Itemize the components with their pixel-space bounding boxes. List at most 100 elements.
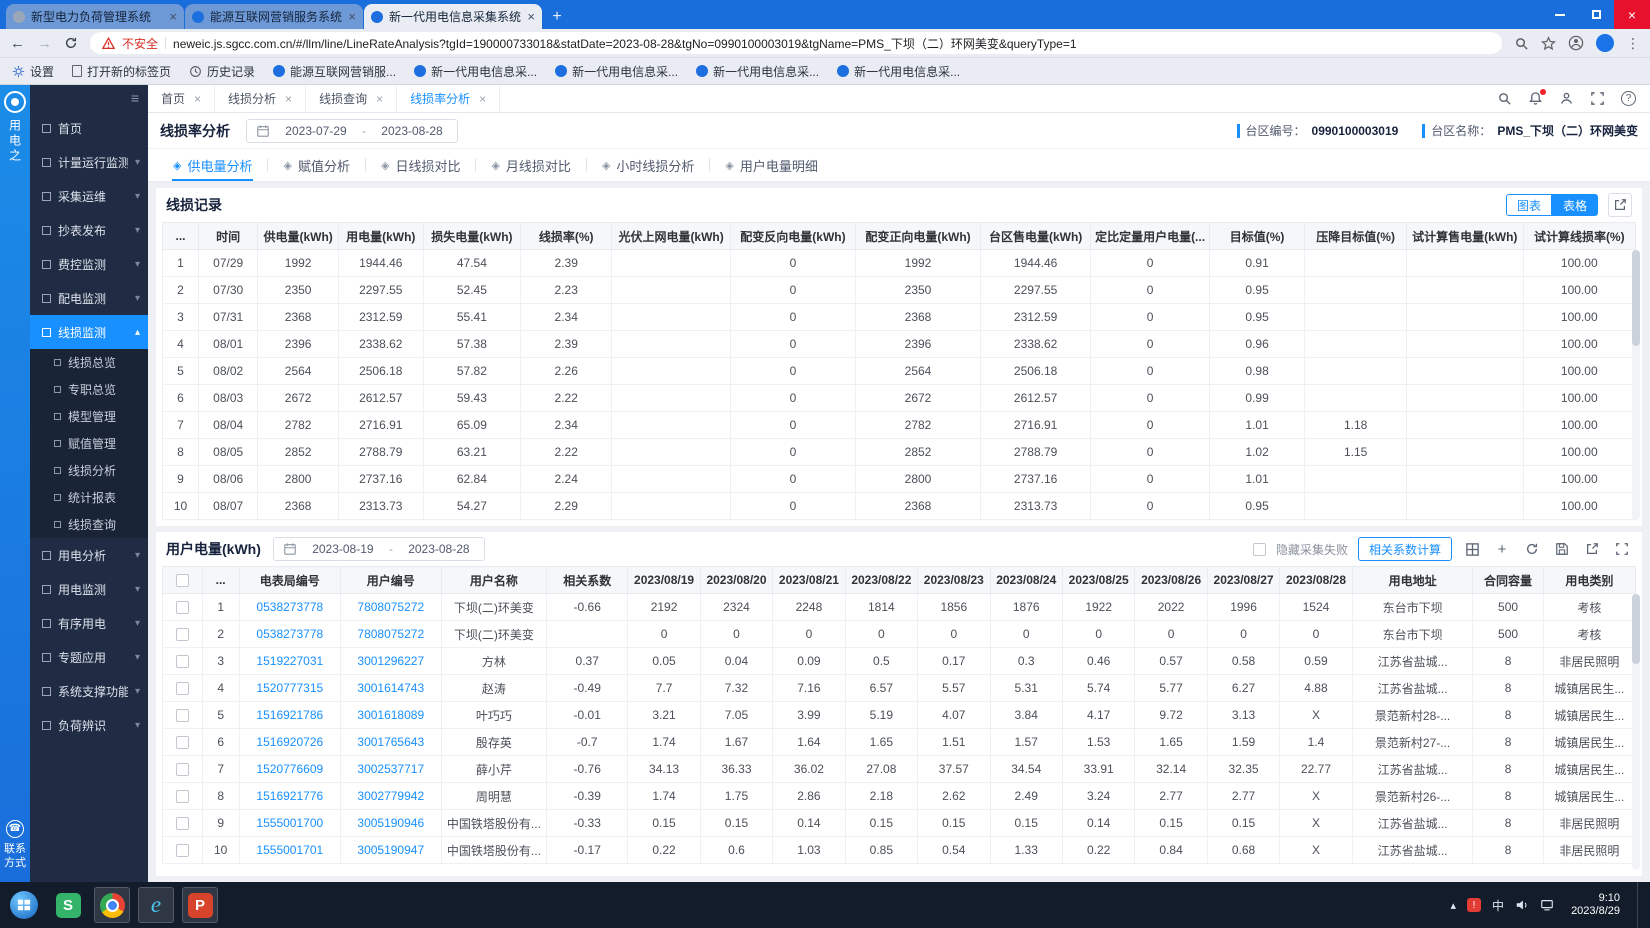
link-cell[interactable]: 1519227031 bbox=[239, 648, 340, 675]
date-range-picker[interactable]: 2023-07-29 - 2023-08-28 bbox=[246, 119, 458, 143]
bookmark-newtab[interactable]: 打开新的标签页 bbox=[72, 63, 171, 80]
tab-supply-analysis[interactable]: ◈ 供电量分析 bbox=[158, 149, 267, 181]
menu-kebab-icon[interactable]: ⋮ bbox=[1626, 35, 1640, 52]
tab-user-energy-detail[interactable]: ◈ 用户电量明细 bbox=[710, 149, 832, 181]
app-tab-loss-rate-analysis[interactable]: 线损率分析 × bbox=[397, 85, 500, 112]
chrome-app-icon[interactable] bbox=[94, 887, 130, 923]
url-input[interactable]: 不安全 neweic.js.sgcc.com.cn/#/llm/line/Lin… bbox=[90, 32, 1502, 54]
help-icon[interactable]: ? bbox=[1621, 91, 1636, 106]
tray-alert-icon[interactable]: ! bbox=[1467, 898, 1481, 912]
bookmark-item[interactable]: 新一代用电信息采... bbox=[837, 63, 960, 80]
close-window-button[interactable]: × bbox=[1614, 0, 1650, 29]
refresh-icon[interactable] bbox=[64, 36, 78, 50]
vertical-scrollbar[interactable] bbox=[1632, 594, 1640, 870]
row-checkbox[interactable] bbox=[176, 682, 189, 695]
fullscreen-icon[interactable] bbox=[1612, 539, 1632, 559]
sidebar-item-usage-monitor[interactable]: 用电监测 ▾ bbox=[30, 572, 148, 606]
link-cell[interactable]: 1516920726 bbox=[239, 729, 340, 756]
app-tab-loss-query[interactable]: 线损查询 × bbox=[306, 85, 397, 112]
contact-button[interactable]: ☎ 联系 方式 bbox=[0, 820, 30, 870]
wps-app-icon[interactable]: S bbox=[50, 887, 86, 923]
link-cell[interactable]: 3002537717 bbox=[340, 756, 441, 783]
app-tab-loss-analysis[interactable]: 线损分析 × bbox=[215, 85, 306, 112]
bookmark-history[interactable]: 历史记录 bbox=[189, 63, 255, 80]
link-cell[interactable]: 1555001700 bbox=[239, 810, 340, 837]
submenu-item-query[interactable]: 线损查询 bbox=[30, 511, 148, 538]
row-checkbox[interactable] bbox=[176, 628, 189, 641]
sidebar-item-fee-control[interactable]: 费控监测 ▾ bbox=[30, 247, 148, 281]
submenu-item-analysis[interactable]: 线损分析 bbox=[30, 457, 148, 484]
back-icon[interactable]: ← bbox=[10, 36, 25, 51]
security-label[interactable]: 不安全 bbox=[122, 35, 158, 52]
sidebar-item-home[interactable]: 首页 bbox=[30, 111, 148, 145]
link-cell[interactable]: 1520777315 bbox=[239, 675, 340, 702]
export-button[interactable] bbox=[1608, 193, 1632, 217]
search-icon[interactable] bbox=[1514, 36, 1529, 51]
save-icon[interactable] bbox=[1552, 539, 1572, 559]
close-icon[interactable]: × bbox=[194, 92, 201, 106]
link-cell[interactable]: 0538273778 bbox=[239, 621, 340, 648]
row-checkbox[interactable] bbox=[176, 736, 189, 749]
start-button[interactable] bbox=[6, 885, 42, 925]
bookmark-item[interactable]: 新一代用电信息采... bbox=[555, 63, 678, 80]
link-cell[interactable]: 3001614743 bbox=[340, 675, 441, 702]
row-checkbox[interactable] bbox=[176, 601, 189, 614]
bookmark-settings[interactable]: 设置 bbox=[12, 63, 54, 80]
sidebar-item-distribution[interactable]: 配电监测 ▾ bbox=[30, 281, 148, 315]
forward-icon[interactable]: → bbox=[37, 36, 52, 51]
taskbar-clock[interactable]: 9:10 2023/8/29 bbox=[1565, 892, 1626, 918]
browser-tab[interactable]: 能源互联网营销服务系统 × bbox=[185, 4, 363, 29]
date-range-picker[interactable]: 2023-08-19 - 2023-08-28 bbox=[273, 537, 485, 561]
input-method-indicator[interactable]: 中 bbox=[1492, 897, 1504, 914]
hide-failed-checkbox[interactable] bbox=[1253, 543, 1266, 556]
scrollbar-thumb[interactable] bbox=[1632, 250, 1640, 346]
select-all-checkbox[interactable] bbox=[176, 574, 189, 587]
bookmark-item[interactable]: 新一代用电信息采... bbox=[414, 63, 537, 80]
link-cell[interactable]: 7808075272 bbox=[340, 621, 441, 648]
minimize-button[interactable] bbox=[1542, 0, 1578, 29]
bookmark-item[interactable]: 新一代用电信息采... bbox=[696, 63, 819, 80]
link-cell[interactable]: 3001618089 bbox=[340, 702, 441, 729]
close-icon[interactable]: × bbox=[348, 9, 356, 24]
close-icon[interactable]: × bbox=[376, 92, 383, 106]
link-cell[interactable]: 3001296227 bbox=[340, 648, 441, 675]
browser-tab-active[interactable]: 新一代用电信息采集系统 × bbox=[364, 4, 542, 29]
ie-app-icon[interactable]: e bbox=[138, 887, 174, 923]
submenu-item-special[interactable]: 专职总览 bbox=[30, 376, 148, 403]
notifications-bell-icon[interactable] bbox=[1528, 91, 1543, 106]
start-date[interactable]: 2023-07-29 bbox=[280, 124, 352, 138]
chart-view-button[interactable]: 图表 bbox=[1506, 194, 1552, 216]
sidebar-item-special-apps[interactable]: 专题应用 ▾ bbox=[30, 640, 148, 674]
row-checkbox[interactable] bbox=[176, 763, 189, 776]
search-icon[interactable] bbox=[1497, 91, 1512, 106]
link-cell[interactable]: 1516921786 bbox=[239, 702, 340, 729]
app-tab-home[interactable]: 首页 × bbox=[148, 85, 215, 112]
close-icon[interactable]: × bbox=[527, 9, 535, 24]
sidebar-item-system-support[interactable]: 系统支撑功能 ▾ bbox=[30, 674, 148, 708]
row-checkbox[interactable] bbox=[176, 709, 189, 722]
link-cell[interactable]: 1520776609 bbox=[239, 756, 340, 783]
tab-assignment-analysis[interactable]: ◈ 赋值分析 bbox=[268, 149, 364, 181]
export-icon[interactable] bbox=[1582, 539, 1602, 559]
user-icon[interactable] bbox=[1559, 91, 1574, 106]
table-view-button[interactable]: 表格 bbox=[1552, 194, 1598, 216]
row-checkbox[interactable] bbox=[176, 790, 189, 803]
link-cell[interactable]: 0538273778 bbox=[239, 594, 340, 621]
sidebar-item-orderly-usage[interactable]: 有序用电 ▾ bbox=[30, 606, 148, 640]
link-cell[interactable]: 3005190946 bbox=[340, 810, 441, 837]
sidebar-item-usage-analysis[interactable]: 用电分析 ▾ bbox=[30, 538, 148, 572]
add-icon[interactable]: + bbox=[1492, 539, 1512, 559]
close-icon[interactable]: × bbox=[479, 92, 486, 106]
powerpoint-app-icon[interactable]: P bbox=[182, 887, 218, 923]
submenu-item-model[interactable]: 模型管理 bbox=[30, 403, 148, 430]
profile-icon[interactable] bbox=[1596, 34, 1614, 52]
show-desktop-button[interactable] bbox=[1637, 882, 1644, 928]
row-checkbox[interactable] bbox=[176, 655, 189, 668]
close-icon[interactable]: × bbox=[169, 9, 177, 24]
row-checkbox[interactable] bbox=[176, 844, 189, 857]
bookmark-item[interactable]: 能源互联网营销服... bbox=[273, 63, 396, 80]
volume-icon[interactable] bbox=[1515, 898, 1529, 912]
link-cell[interactable]: 1516921776 bbox=[239, 783, 340, 810]
column-settings-icon[interactable] bbox=[1462, 539, 1482, 559]
scrollbar-thumb[interactable] bbox=[1632, 594, 1640, 664]
